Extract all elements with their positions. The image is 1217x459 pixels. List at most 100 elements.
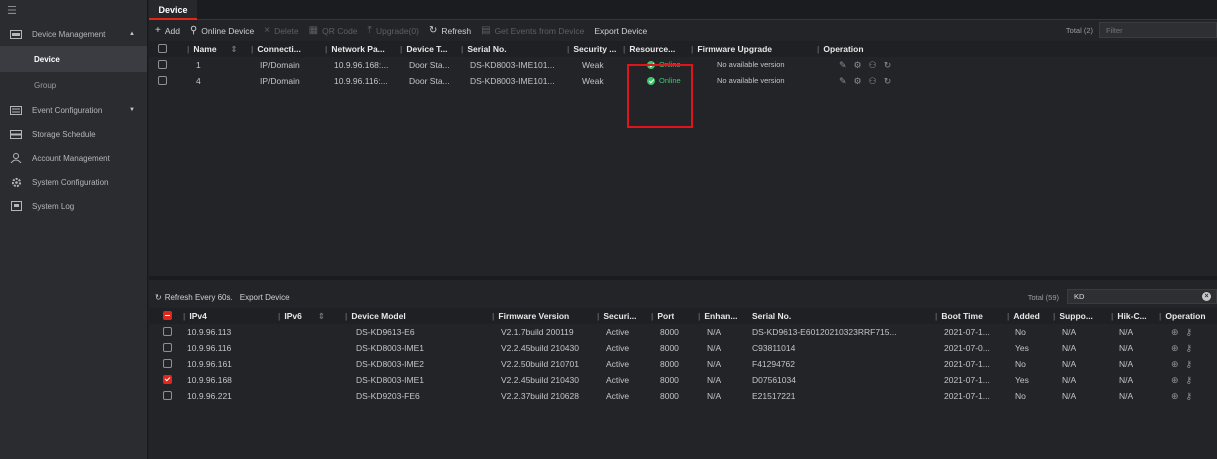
refresh-button[interactable]: ↻ Refresh	[429, 25, 471, 36]
refresh-icon[interactable]: ↻	[884, 73, 892, 89]
table-row[interactable]: 10.9.96.221 DS-KD9203-FE6 V2.2.37build 210…	[149, 388, 1217, 404]
settings-icon[interactable]: ⚙	[854, 73, 862, 89]
sort-icon[interactable]: ⇕	[318, 311, 325, 321]
col-enhanced[interactable]: Enhan...	[704, 311, 737, 321]
main-panel: Device + Add ⚲ Online Device × Delete ▦ QR C…	[149, 0, 1217, 459]
col-device-model[interactable]: Device Model	[351, 311, 405, 321]
col-security[interactable]: Security ...	[573, 44, 616, 54]
cell-boot-time: 2021-07-1...	[944, 359, 990, 369]
sidebar-item-device[interactable]: Device	[0, 46, 147, 72]
col-security[interactable]: Securi...	[603, 311, 636, 321]
select-all-checkbox[interactable]	[163, 311, 172, 320]
globe-icon[interactable]: ⊕	[1171, 340, 1179, 356]
col-resource[interactable]: Resource...	[629, 44, 675, 54]
add-button[interactable]: + Add	[155, 25, 180, 36]
globe-icon[interactable]: ⊕	[1171, 372, 1179, 388]
cell-security: Active	[606, 375, 630, 385]
chevron-up-icon[interactable]: ▲	[129, 31, 135, 37]
cell-name: 1	[196, 60, 201, 70]
row-checkbox[interactable]	[163, 359, 172, 368]
col-added[interactable]: Added	[1013, 311, 1039, 321]
col-operation[interactable]: Operation	[1165, 311, 1205, 321]
sidebar-item-system-configuration[interactable]: System Configuration	[0, 170, 147, 194]
globe-icon[interactable]: ⊕	[1171, 388, 1179, 404]
key-icon[interactable]: ⚷	[1186, 372, 1193, 388]
auto-refresh-label[interactable]: Refresh Every 60s.	[165, 293, 233, 302]
col-device-type[interactable]: Device T...	[406, 44, 447, 54]
sidebar-item-device-management[interactable]: Device Management ▲	[0, 22, 147, 46]
edit-icon[interactable]: ✎	[839, 73, 847, 89]
refresh-icon[interactable]: ↻	[884, 57, 892, 73]
user-icon[interactable]: ⚇	[869, 57, 877, 73]
delete-button[interactable]: × Delete	[264, 25, 298, 36]
cell-hik-connect: N/A	[1119, 327, 1134, 337]
edit-icon[interactable]: ✎	[839, 57, 847, 73]
globe-icon[interactable]: ⊕	[1171, 356, 1179, 372]
col-network[interactable]: Network Pa...	[331, 44, 384, 54]
user-icon[interactable]: ⚇	[869, 73, 877, 89]
export-device-link[interactable]: Export Device	[240, 293, 290, 302]
online-search-input[interactable]: KD ×	[1067, 289, 1217, 304]
globe-icon[interactable]: ⊕	[1171, 324, 1179, 340]
cell-enhanced: N/A	[707, 375, 722, 385]
table-row[interactable]: 10.9.96.161 DS-KD8003-IME2 V2.2.50build 21…	[149, 356, 1217, 372]
key-icon[interactable]: ⚷	[1186, 324, 1193, 340]
col-hik-connect[interactable]: Hik-C...	[1117, 311, 1146, 321]
cell-ipv4: 10.9.96.168	[187, 375, 232, 385]
key-icon[interactable]: ⚷	[1186, 388, 1193, 404]
col-boot-time[interactable]: Boot Time	[941, 311, 982, 321]
online-device-button[interactable]: ⚲ Online Device	[190, 25, 254, 36]
row-checkbox[interactable]	[163, 375, 172, 384]
key-icon[interactable]: ⚷	[1186, 340, 1193, 356]
total-count: Total (2)	[1065, 26, 1093, 35]
col-port[interactable]: Port	[657, 311, 674, 321]
table-row[interactable]: 10.9.96.116 DS-KD8003-IME1 V2.2.45build 21…	[149, 340, 1217, 356]
col-ipv4[interactable]: IPv4	[189, 311, 207, 321]
col-serial[interactable]: Serial No.	[467, 44, 506, 54]
log-icon	[10, 201, 22, 211]
row-checkbox[interactable]	[163, 327, 172, 336]
cell-port: 8000	[660, 359, 679, 369]
get-events-button[interactable]: ▤ Get Events from Device	[481, 25, 584, 36]
cell-boot-time: 2021-07-0...	[944, 343, 990, 353]
cell-added: No	[1015, 327, 1026, 337]
row-checkbox[interactable]	[158, 76, 167, 85]
sidebar-item-system-log[interactable]: System Log	[0, 194, 147, 218]
user-icon	[10, 153, 22, 163]
row-checkbox[interactable]	[158, 60, 167, 69]
export-device-button[interactable]: Export Device	[594, 26, 647, 36]
sort-icon[interactable]: ⇕	[231, 44, 238, 54]
clear-search-icon[interactable]: ×	[1202, 292, 1211, 301]
cell-firmware-version: V2.2.45build 210430	[501, 343, 579, 353]
col-connection[interactable]: Connecti...	[257, 44, 300, 54]
refresh-icon[interactable]: ↻	[155, 293, 162, 302]
select-all-checkbox[interactable]	[158, 44, 167, 53]
row-checkbox[interactable]	[163, 343, 172, 352]
col-operation[interactable]: Operation	[823, 44, 863, 54]
qr-code-button[interactable]: ▦ QR Code	[309, 25, 358, 36]
col-name[interactable]: Name	[193, 44, 216, 54]
upgrade-button[interactable]: ⤒ Upgrade(0)	[368, 25, 419, 36]
cell-device-model: DS-KD9203-FE6	[356, 391, 420, 401]
table-row[interactable]: 10.9.96.113 DS-KD9613-E6 V2.1.7build 20011…	[149, 324, 1217, 340]
col-firmware[interactable]: Firmware Upgrade	[697, 44, 772, 54]
col-ipv6[interactable]: IPv6	[284, 311, 302, 321]
filter-input[interactable]	[1099, 22, 1217, 38]
row-checkbox[interactable]	[163, 391, 172, 400]
chevron-down-icon[interactable]: ▼	[129, 107, 135, 113]
hamburger-icon[interactable]: ☰	[0, 0, 147, 22]
col-serial[interactable]: Serial No.	[752, 311, 791, 321]
online-status-highlight	[627, 64, 693, 128]
sidebar-item-account-management[interactable]: Account Management	[0, 146, 147, 170]
table-row[interactable]: 10.9.96.168 DS-KD8003-IME1 V2.2.45build 21…	[149, 372, 1217, 388]
sidebar-item-event-configuration[interactable]: Event Configuration ▼	[0, 98, 147, 122]
col-support[interactable]: Suppo...	[1059, 311, 1093, 321]
section-divider[interactable]	[149, 276, 1217, 280]
key-icon[interactable]: ⚷	[1186, 356, 1193, 372]
sidebar-item-storage-schedule[interactable]: Storage Schedule	[0, 122, 147, 146]
sidebar-item-group[interactable]: Group	[0, 72, 147, 98]
cell-hik-connect: N/A	[1119, 343, 1134, 353]
settings-icon[interactable]: ⚙	[854, 57, 862, 73]
col-firmware-version[interactable]: Firmware Version	[498, 311, 569, 321]
tab-device[interactable]: Device	[149, 0, 197, 20]
